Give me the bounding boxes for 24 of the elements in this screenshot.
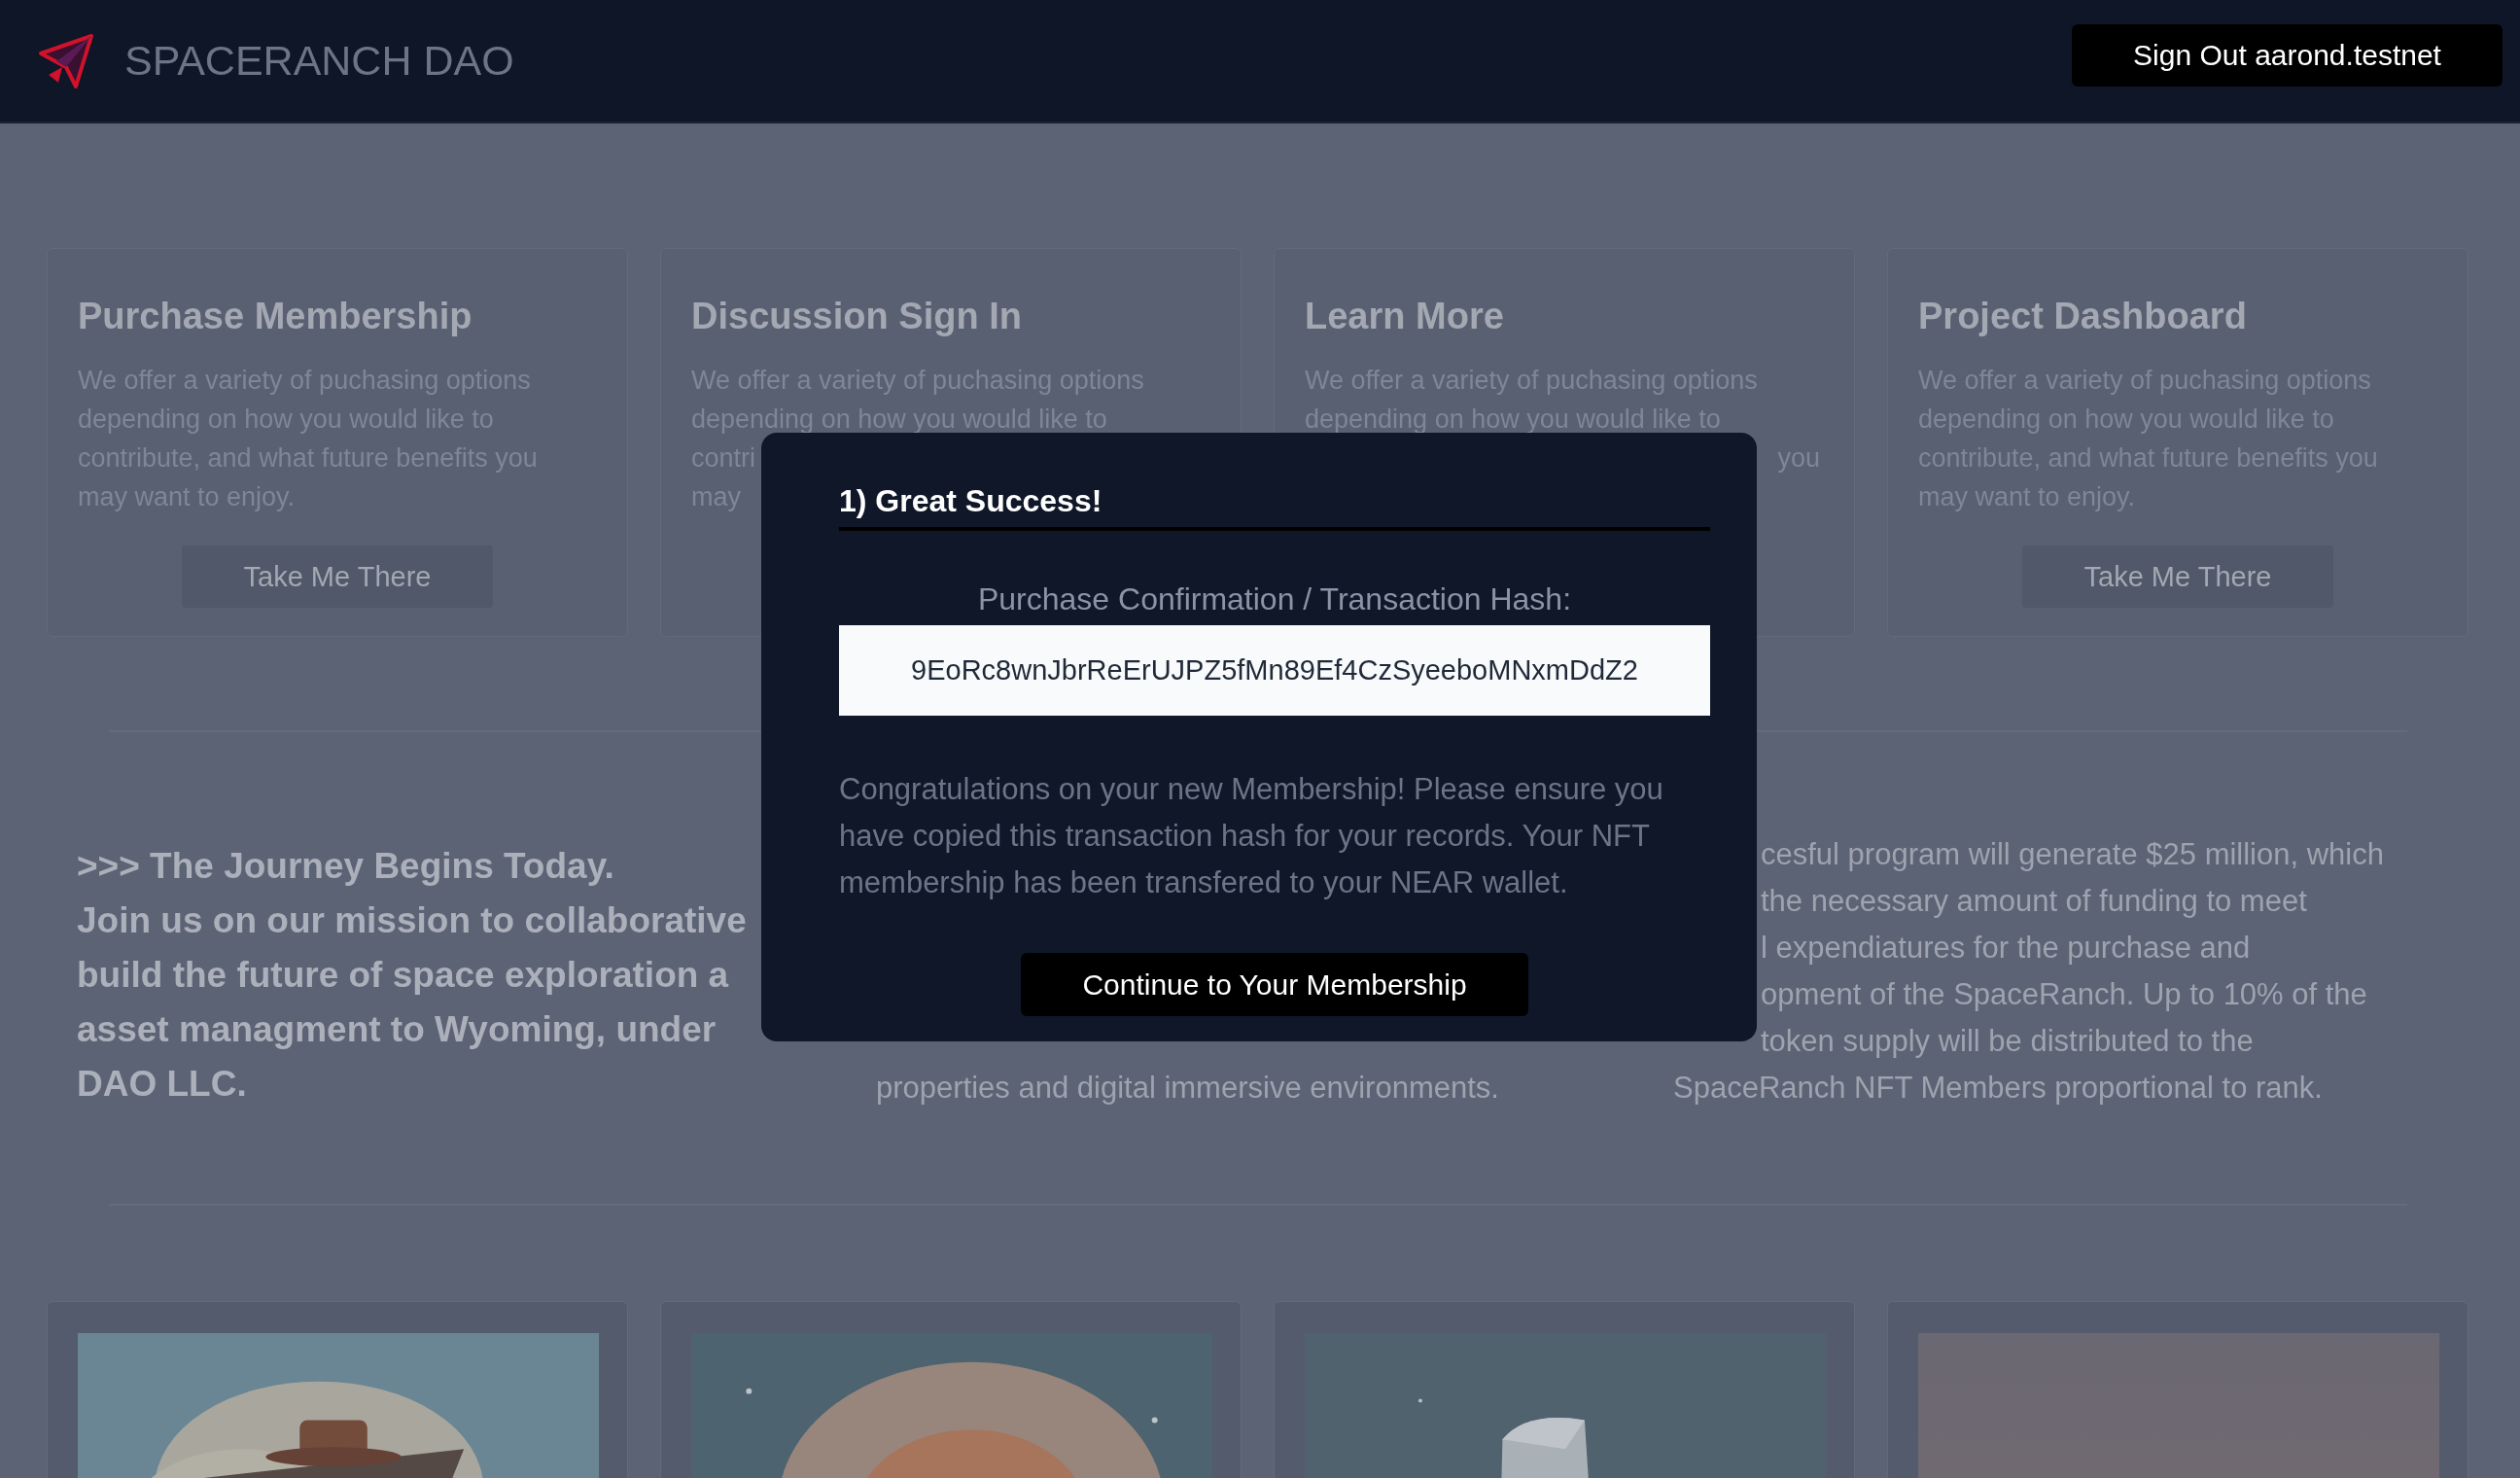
card-title: Learn More <box>1305 296 1505 337</box>
card-title: Discussion Sign In <box>691 296 1023 337</box>
heading-line: asset managment to Wyoming, under <box>77 1008 717 1051</box>
card-title: Purchase Membership <box>78 296 473 337</box>
continue-button[interactable]: Continue to Your Membership <box>1021 953 1528 1016</box>
sign-out-button[interactable]: Sign Out aarond.testnet <box>2072 23 2502 87</box>
paragraph-line: SpaceRanch NFT Members proportional to rank. <box>1673 1070 2323 1107</box>
transaction-hash-field[interactable]: 9EoRc8wnJbrReErUJPZ5fMn89Ef4CzSyeeboMNxmDdZ2 <box>839 625 1710 716</box>
paragraph-line: cesful program will generate $25 million, which <box>1760 836 2384 873</box>
paragraph-line: properties and digital immersive environments. <box>876 1070 1499 1107</box>
paragraph-line: token supply will be distributed to the <box>1760 1023 2254 1060</box>
heading-line: >>> The Journey Begins Today. <box>77 845 614 888</box>
heading-line: Join us on our mission to collaborative <box>77 899 747 942</box>
card-title: Project Dashboard <box>1918 296 2248 337</box>
paragraph-line: l expendiatures for the purchase and <box>1760 930 2251 967</box>
paragraph-line: opment of the SpaceRanch. Up to 10% of the <box>1760 976 2367 1013</box>
paragraph-line: the necessary amount of funding to meet <box>1760 883 2307 920</box>
modal-title: 1) Great Success! <box>839 483 1710 531</box>
confirmation-message: Congratulations on your new Membership! Please ensure you have copied this transaction hash for your records. Your NFT membership has been transfered to your NEAR wallet. <box>839 771 1664 901</box>
hash-label: Purchase Confirmation / Transaction Hash: <box>976 581 1573 617</box>
heading-line: build the future of space exploration a <box>77 954 729 997</box>
paper-plane-logo-icon[interactable] <box>37 31 95 90</box>
heading-line: DAO LLC. <box>77 1063 247 1106</box>
site-title[interactable]: SPACERANCH DAO <box>124 37 514 85</box>
